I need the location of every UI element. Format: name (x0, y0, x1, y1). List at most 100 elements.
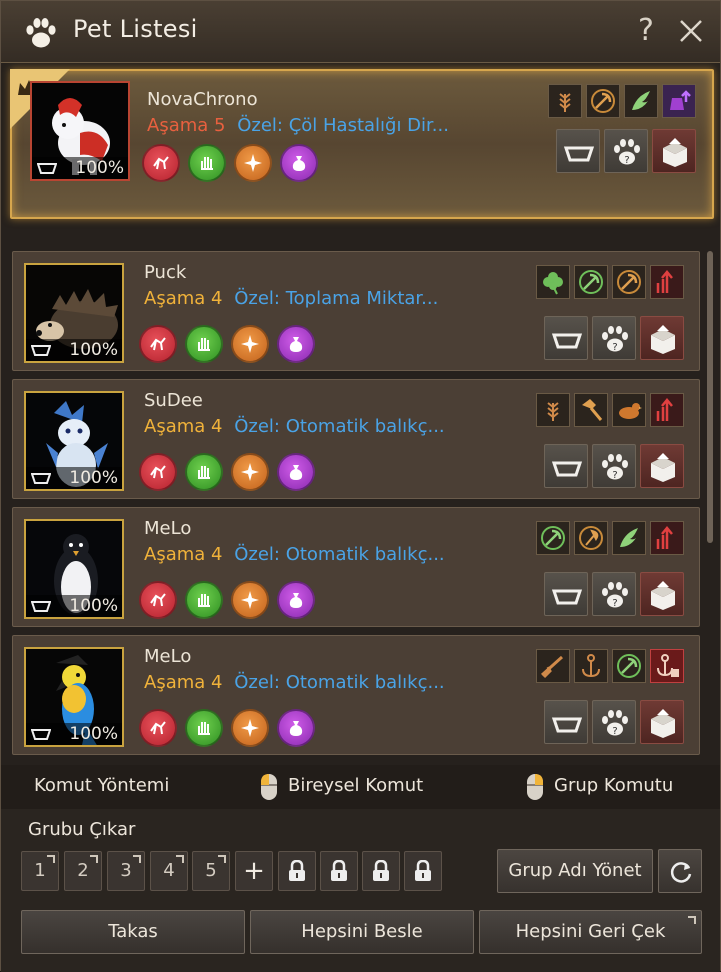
pet-portrait[interactable]: 100% (24, 391, 124, 491)
sprint-skill-icon[interactable] (139, 709, 177, 747)
feed-level: 100% (26, 595, 122, 617)
pet-actions: ? (552, 129, 696, 173)
feed-button[interactable] (544, 316, 588, 360)
pickaxe-icon[interactable] (586, 84, 620, 118)
pickaxe-icon[interactable] (612, 265, 646, 299)
pet-info-button[interactable]: ? (592, 572, 636, 616)
wing-icon[interactable] (612, 521, 646, 555)
special-skill: Özel: Toplama Miktar... (234, 288, 439, 309)
stat-up-icon[interactable] (650, 393, 684, 427)
sack-skill-icon[interactable] (277, 453, 315, 491)
close-icon[interactable] (673, 13, 709, 49)
group-slot-2[interactable]: 2 (64, 851, 102, 891)
bird-icon[interactable] (612, 393, 646, 427)
locked-slot (278, 851, 316, 891)
feed-button[interactable] (544, 572, 588, 616)
hand-skill-icon[interactable] (185, 581, 223, 619)
manage-group-name-button[interactable]: Grup Adı Yönet (497, 849, 653, 893)
pet-info-button[interactable]: ? (604, 129, 648, 173)
pet-card[interactable]: 100% MeLo Aşama 4 Özel: Otomatik balıkç.… (12, 635, 700, 755)
pet-stage-line: Aşama 4 Özel: Otomatik balıkç... (144, 416, 445, 437)
compass-skill-icon[interactable] (231, 709, 269, 747)
help-button[interactable]: ? (631, 13, 661, 49)
pet-portrait[interactable]: 100% (24, 647, 124, 747)
seal-button[interactable] (640, 572, 684, 616)
feed-button[interactable] (544, 700, 588, 744)
add-group-button[interactable]: + (235, 851, 273, 891)
wheat-icon[interactable] (536, 393, 570, 427)
pickaxe-icon[interactable] (536, 521, 570, 555)
group-slot-3[interactable]: 3 (107, 851, 145, 891)
window-title: Pet Listesi (73, 15, 198, 43)
sack-skill-icon[interactable] (277, 709, 315, 747)
hammer-icon[interactable] (574, 393, 608, 427)
pet-portrait[interactable]: 100% (24, 519, 124, 619)
wheat-icon[interactable] (548, 84, 582, 118)
clover-icon[interactable] (536, 265, 570, 299)
box-seal-icon (651, 453, 675, 482)
group-slot-5[interactable]: 5 (192, 851, 230, 891)
group-slot-number: 4 (163, 860, 175, 881)
upgrade-potion-icon[interactable] (662, 84, 696, 118)
seal-button[interactable] (640, 316, 684, 360)
compass-skill-icon[interactable] (231, 581, 269, 619)
pet-portrait[interactable]: 100% (30, 81, 130, 181)
sack-skill-icon[interactable] (280, 144, 318, 182)
locked-anchor-icon[interactable] (650, 649, 684, 683)
feed-button[interactable] (556, 129, 600, 173)
sack-skill-icon[interactable] (277, 325, 315, 363)
pet-list[interactable]: 100% NovaChrono Aşama 5 Özel: Çöl Hastal… (1, 63, 720, 763)
compass-skill-icon[interactable] (231, 325, 269, 363)
pet-name: SuDee (144, 390, 203, 411)
group-command-button[interactable]: Grup Komutu (554, 775, 673, 796)
recall-all-button[interactable]: Hepsini Geri Çek (479, 910, 702, 954)
stat-up-icon[interactable] (650, 265, 684, 299)
feed-all-button[interactable]: Hepsini Besle (250, 910, 474, 954)
sprint-skill-icon[interactable] (139, 325, 177, 363)
refresh-button[interactable] (658, 849, 702, 893)
title-bar[interactable]: Pet Listesi ? (1, 1, 720, 63)
sprint-skill-icon[interactable] (139, 453, 177, 491)
seal-button[interactable] (640, 700, 684, 744)
wing-icon[interactable] (624, 84, 658, 118)
talent-list (544, 84, 696, 118)
pet-info-button[interactable]: ? (592, 444, 636, 488)
hand-skill-icon[interactable] (185, 325, 223, 363)
scrollbar[interactable] (707, 251, 713, 543)
hand-skill-icon[interactable] (185, 709, 223, 747)
sack-skill-icon[interactable] (277, 581, 315, 619)
hand-skill-icon[interactable] (188, 144, 226, 182)
mouse-left-click-icon (261, 774, 277, 800)
skill-list (139, 581, 323, 621)
seal-button[interactable] (640, 444, 684, 488)
pet-info-button[interactable]: ? (592, 700, 636, 744)
musket-icon[interactable] (536, 649, 570, 683)
pet-card[interactable]: 100% Puck Aşama 4 Özel: Toplama Miktar..… (12, 251, 700, 371)
pet-info-button[interactable]: ? (592, 316, 636, 360)
expand-corner-icon (47, 855, 55, 863)
stat-up-icon[interactable] (650, 521, 684, 555)
feed-button[interactable] (544, 444, 588, 488)
pet-card-leader[interactable]: 100% NovaChrono Aşama 5 Özel: Çöl Hastal… (10, 69, 714, 219)
axe-icon[interactable] (574, 521, 608, 555)
hand-skill-icon[interactable] (185, 453, 223, 491)
pickaxe-icon[interactable] (612, 649, 646, 683)
command-bar: Komut Yöntemi Bireysel Komut Grup Komutu (1, 765, 720, 809)
pet-name: Puck (144, 262, 187, 283)
compass-skill-icon[interactable] (234, 144, 272, 182)
pet-card[interactable]: 100% SuDee Aşama 4 Özel: Otomatik balıkç… (12, 379, 700, 499)
seal-button[interactable] (652, 129, 696, 173)
sprint-skill-icon[interactable] (142, 144, 180, 182)
group-slot-1[interactable]: 1 (21, 851, 59, 891)
group-slot-4[interactable]: 4 (150, 851, 188, 891)
paw-question-icon: ? (602, 326, 628, 353)
pickaxe-icon[interactable] (574, 265, 608, 299)
pet-card[interactable]: 100% MeLo Aşama 4 Özel: Otomatik balıkç.… (12, 507, 700, 627)
swap-button[interactable]: Takas (21, 910, 245, 954)
individual-command-button[interactable]: Bireysel Komut (288, 775, 423, 796)
locked-slot (404, 851, 442, 891)
sprint-skill-icon[interactable] (139, 581, 177, 619)
compass-skill-icon[interactable] (231, 453, 269, 491)
anchor-icon[interactable] (574, 649, 608, 683)
pet-portrait[interactable]: 100% (24, 263, 124, 363)
